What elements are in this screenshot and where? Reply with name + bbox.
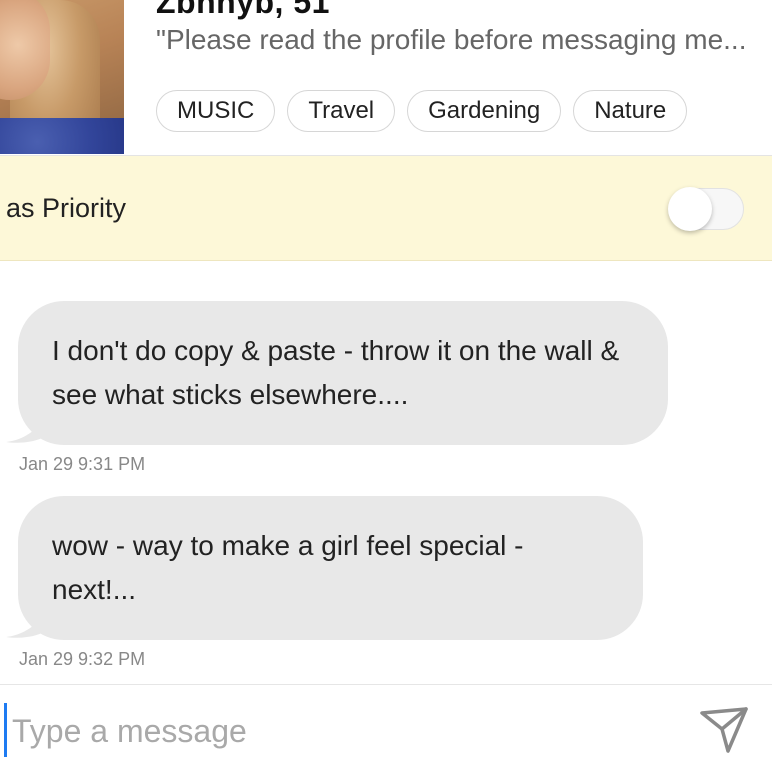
priority-label: as Priority: [6, 193, 127, 223]
priority-toggle[interactable]: [668, 186, 744, 232]
priority-bar: as Priority: [0, 156, 772, 261]
interest-tags: MUSIC Travel Gardening Nature: [156, 90, 688, 132]
message-timestamp: Jan 29 9:31 PM: [19, 454, 146, 474]
tag-gardening[interactable]: Gardening: [407, 90, 562, 132]
avatar[interactable]: [0, 0, 124, 154]
tag-travel[interactable]: Travel: [287, 90, 396, 132]
message-bubble[interactable]: wow - way to make a girl feel special - …: [18, 496, 643, 640]
profile-name: Zbnnyb, 51: [156, 0, 330, 20]
message-text: wow - way to make a girl feel special - …: [52, 530, 524, 605]
profile-quote: "Please read the profile before messagin…: [156, 24, 747, 55]
tag-nature[interactable]: Nature: [573, 90, 688, 132]
send-icon[interactable]: [698, 703, 750, 755]
message-timestamp: Jan 29 9:32 PM: [19, 649, 146, 669]
message-input[interactable]: [6, 706, 646, 756]
toggle-knob: [668, 187, 712, 231]
message-text: I don't do copy & paste - throw it on th…: [52, 335, 620, 410]
tag-music[interactable]: MUSIC: [156, 90, 276, 132]
profile-header[interactable]: Zbnnyb, 51 "Please read the profile befo…: [0, 0, 772, 156]
message-bubble[interactable]: I don't do copy & paste - throw it on th…: [18, 301, 668, 445]
